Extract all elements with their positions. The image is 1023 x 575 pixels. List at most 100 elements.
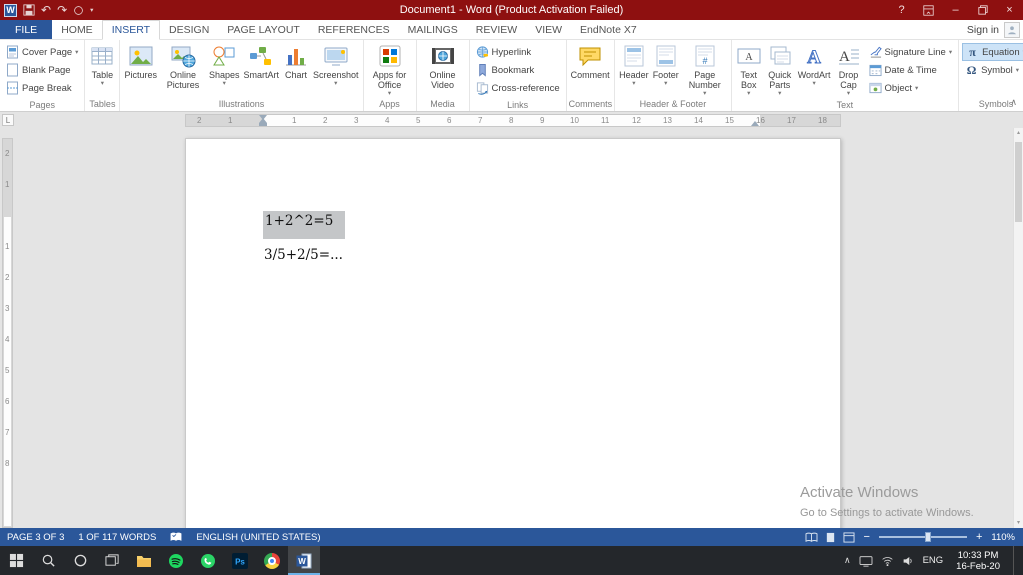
document-page[interactable]: 1+2^2=5 3/5+2/5=... bbox=[185, 138, 841, 528]
scroll-down-icon[interactable]: ▾ bbox=[1014, 518, 1023, 528]
touch-mode-icon[interactable] bbox=[73, 5, 84, 16]
minimize-button[interactable]: – bbox=[942, 0, 969, 20]
page-indicator[interactable]: PAGE 3 OF 3 bbox=[0, 528, 71, 546]
tab-insert[interactable]: INSERT bbox=[102, 20, 160, 40]
cross-reference-button[interactable]: Cross-reference bbox=[473, 79, 563, 97]
screenshot-button[interactable]: Screenshot ▾ bbox=[311, 41, 361, 98]
text-box-button[interactable]: A Text Box ▾ bbox=[734, 41, 764, 99]
collapse-ribbon-button[interactable]: ∧ bbox=[1010, 97, 1017, 108]
horizontal-ruler[interactable]: 2 1 1 2 3 4 5 6 7 8 9 10 11 12 13 14 15 … bbox=[185, 114, 841, 127]
whatsapp-button[interactable] bbox=[192, 546, 224, 575]
taskbar-time: 10:33 PM bbox=[956, 550, 1000, 561]
fraction-text-line[interactable]: 3/5+2/5=... bbox=[264, 247, 343, 263]
blank-page-button[interactable]: Blank Page bbox=[3, 61, 81, 79]
help-button[interactable]: ? bbox=[888, 0, 915, 20]
equation-button[interactable]: π Equation ▾ bbox=[962, 43, 1023, 61]
date-time-icon bbox=[869, 63, 882, 77]
chart-button[interactable]: Chart bbox=[281, 41, 311, 98]
tab-endnote[interactable]: EndNote X7 bbox=[571, 20, 646, 39]
svg-text:#: # bbox=[702, 56, 707, 66]
restore-icon bbox=[978, 5, 988, 15]
spotify-button[interactable] bbox=[160, 546, 192, 575]
tab-review[interactable]: REVIEW bbox=[467, 20, 526, 39]
hidden-icons-chevron[interactable]: ∧ bbox=[844, 555, 851, 566]
zoom-out-button[interactable]: − bbox=[862, 531, 872, 543]
scroll-up-icon[interactable]: ▴ bbox=[1014, 128, 1023, 138]
volume-tray-icon[interactable] bbox=[902, 555, 915, 567]
show-desktop-button[interactable] bbox=[1013, 546, 1018, 575]
network-tray-icon[interactable] bbox=[881, 555, 894, 567]
object-button[interactable]: Object ▾ bbox=[866, 79, 956, 97]
tab-design[interactable]: DESIGN bbox=[160, 20, 218, 39]
start-button[interactable] bbox=[0, 546, 32, 575]
qat-customize-icon[interactable]: ▾ bbox=[90, 7, 93, 14]
ribbon-display-options-button[interactable] bbox=[915, 0, 942, 20]
web-layout-button[interactable] bbox=[843, 532, 855, 543]
close-button[interactable]: × bbox=[996, 0, 1023, 20]
vertical-scrollbar[interactable]: ▴ ▾ bbox=[1013, 128, 1023, 528]
file-explorer-button[interactable] bbox=[128, 546, 160, 575]
tab-page-layout[interactable]: PAGE LAYOUT bbox=[218, 20, 309, 39]
chrome-icon bbox=[264, 553, 280, 569]
word-taskbar-button[interactable]: W bbox=[288, 546, 320, 575]
bookmark-button[interactable]: Bookmark bbox=[473, 61, 563, 79]
cortana-button[interactable] bbox=[64, 546, 96, 575]
zoom-slider-thumb[interactable] bbox=[925, 532, 931, 542]
vertical-ruler[interactable]: 2 1 1 2 3 4 5 6 7 8 bbox=[2, 128, 13, 528]
word-count[interactable]: 1 OF 117 WORDS bbox=[71, 528, 163, 546]
pictures-button[interactable]: Pictures bbox=[122, 41, 159, 98]
cover-page-button[interactable]: Cover Page ▾ bbox=[3, 43, 81, 61]
tab-references[interactable]: REFERENCES bbox=[309, 20, 399, 39]
selected-equation-text[interactable]: 1+2^2=5 bbox=[263, 211, 345, 239]
drop-cap-button[interactable]: A Drop Cap ▾ bbox=[833, 41, 865, 99]
hyperlink-button[interactable]: Hyperlink bbox=[473, 43, 563, 61]
header-button[interactable]: Header ▾ bbox=[617, 41, 651, 98]
quick-parts-button[interactable]: Quick Parts ▾ bbox=[764, 41, 796, 99]
online-pictures-button[interactable]: Online Pictures bbox=[159, 41, 207, 98]
online-video-button[interactable]: Online Video bbox=[419, 41, 467, 98]
symbol-button[interactable]: Ω Symbol ▾ bbox=[962, 61, 1023, 79]
table-button[interactable]: Table ▾ bbox=[87, 41, 117, 98]
task-view-button[interactable] bbox=[96, 546, 128, 575]
save-icon[interactable] bbox=[23, 4, 35, 16]
undo-icon[interactable]: ↶ bbox=[41, 4, 51, 16]
page-number-button[interactable]: # Page Number ▾ bbox=[681, 41, 729, 98]
tab-selector[interactable]: L bbox=[2, 114, 14, 126]
right-indent-marker[interactable] bbox=[751, 121, 759, 126]
proofing-status[interactable] bbox=[163, 528, 189, 546]
restore-button[interactable] bbox=[969, 0, 996, 20]
comment-button[interactable]: Comment bbox=[569, 41, 612, 98]
smartart-button[interactable]: SmartArt bbox=[241, 41, 281, 98]
language-tray-indicator[interactable]: ENG bbox=[923, 555, 944, 566]
signature-line-button[interactable]: Signature Line ▾ bbox=[866, 43, 956, 61]
chrome-button[interactable] bbox=[256, 546, 288, 575]
blank-page-icon bbox=[6, 63, 19, 77]
scrollbar-thumb[interactable] bbox=[1015, 142, 1022, 222]
language-indicator[interactable]: ENGLISH (UNITED STATES) bbox=[189, 528, 327, 546]
zoom-slider[interactable] bbox=[879, 536, 967, 538]
search-button[interactable] bbox=[32, 546, 64, 575]
print-layout-button[interactable] bbox=[825, 532, 836, 543]
redo-icon[interactable]: ↷ bbox=[57, 4, 67, 16]
sign-in-button[interactable]: Sign in bbox=[967, 20, 1023, 39]
page-break-button[interactable]: Page Break bbox=[3, 79, 81, 97]
footer-button[interactable]: Footer ▾ bbox=[651, 41, 681, 98]
read-mode-button[interactable] bbox=[805, 532, 818, 543]
tab-view[interactable]: VIEW bbox=[526, 20, 571, 39]
tab-file[interactable]: FILE bbox=[0, 20, 52, 39]
zoom-level[interactable]: 110% bbox=[991, 532, 1015, 543]
account-avatar bbox=[1004, 22, 1020, 38]
tab-mailings[interactable]: MAILINGS bbox=[399, 20, 467, 39]
wordart-button[interactable]: A WordArt ▾ bbox=[796, 41, 833, 99]
tables-group-label: Tables bbox=[87, 98, 117, 111]
taskbar-clock[interactable]: 10:33 PM 16-Feb-20 bbox=[951, 550, 1005, 572]
zoom-in-button[interactable]: + bbox=[974, 531, 984, 543]
left-indent-marker[interactable] bbox=[259, 123, 267, 126]
apps-for-office-button[interactable]: Apps for Office ▾ bbox=[366, 41, 414, 98]
display-tray-icon[interactable] bbox=[859, 555, 873, 567]
date-time-button[interactable]: Date & Time bbox=[866, 61, 956, 79]
photoshop-button[interactable]: Ps bbox=[224, 546, 256, 575]
tab-home[interactable]: HOME bbox=[52, 20, 102, 39]
shapes-button[interactable]: Shapes ▾ bbox=[207, 41, 242, 98]
word-logo-icon[interactable]: W bbox=[4, 4, 17, 17]
